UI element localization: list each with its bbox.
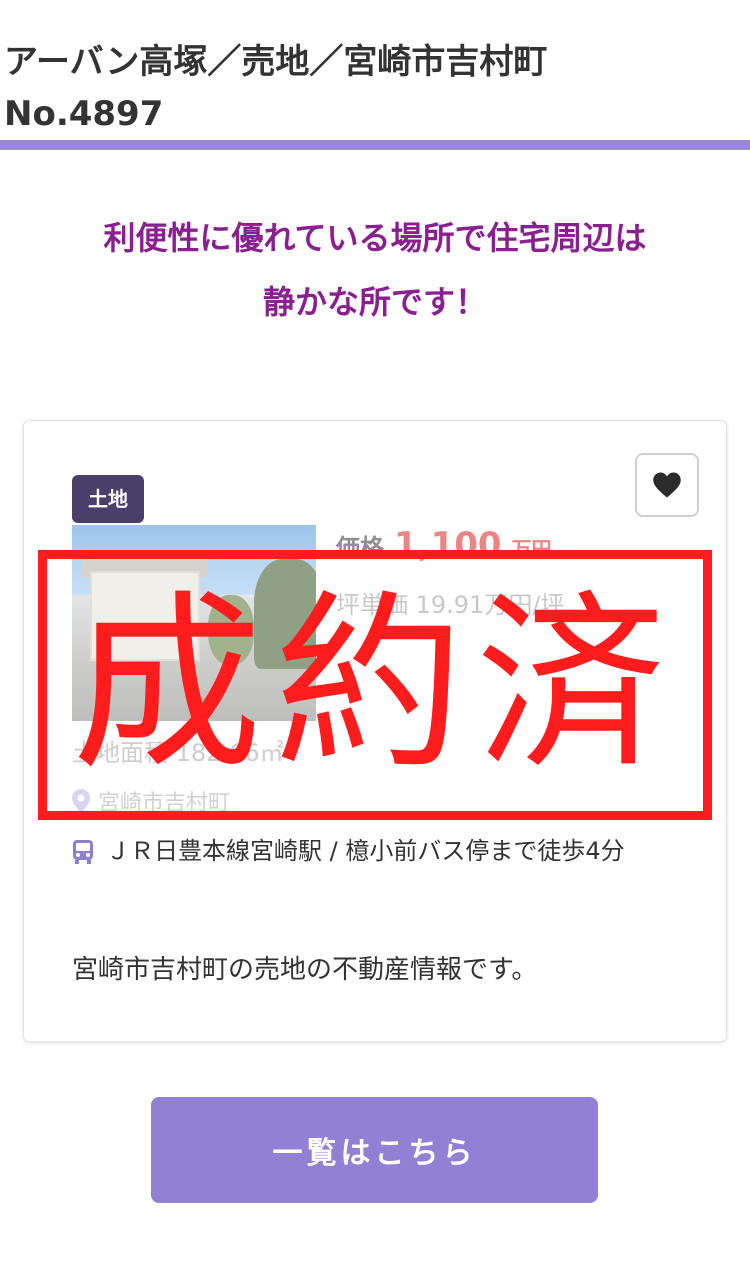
access-text: ＪＲ日豊本線宮崎駅 / 檍小前バス停まで徒歩4分 xyxy=(106,837,625,865)
property-description: 宮崎市吉村町の売地の不動産情報です。 xyxy=(72,955,538,985)
view-list-button[interactable]: 一覧はこちら xyxy=(151,1097,598,1203)
property-type-badge: 土地 xyxy=(72,475,144,523)
page-title-name: アーバン高塚／売地／宮崎市吉村町 xyxy=(4,42,548,82)
heart-icon xyxy=(653,472,681,498)
sold-stamp: 成約済 xyxy=(38,550,712,820)
catch-copy-line1: 利便性に優れている場所で住宅周辺は xyxy=(103,219,647,257)
favorite-button[interactable] xyxy=(635,453,699,517)
sold-stamp-text: 成約済 xyxy=(71,574,678,795)
page-title-number: No.4897 xyxy=(4,94,164,134)
title-divider xyxy=(0,140,750,150)
page-title: アーバン高塚／売地／宮崎市吉村町 No.4897 xyxy=(4,36,744,140)
access-row: ＪＲ日豊本線宮崎駅 / 檍小前バス停まで徒歩4分 xyxy=(72,833,672,869)
bus-icon xyxy=(73,840,93,864)
catch-copy-line2: 静かな所です！ xyxy=(262,283,487,321)
catch-copy: 利便性に優れている場所で住宅周辺は 静かな所です！ xyxy=(0,206,750,334)
